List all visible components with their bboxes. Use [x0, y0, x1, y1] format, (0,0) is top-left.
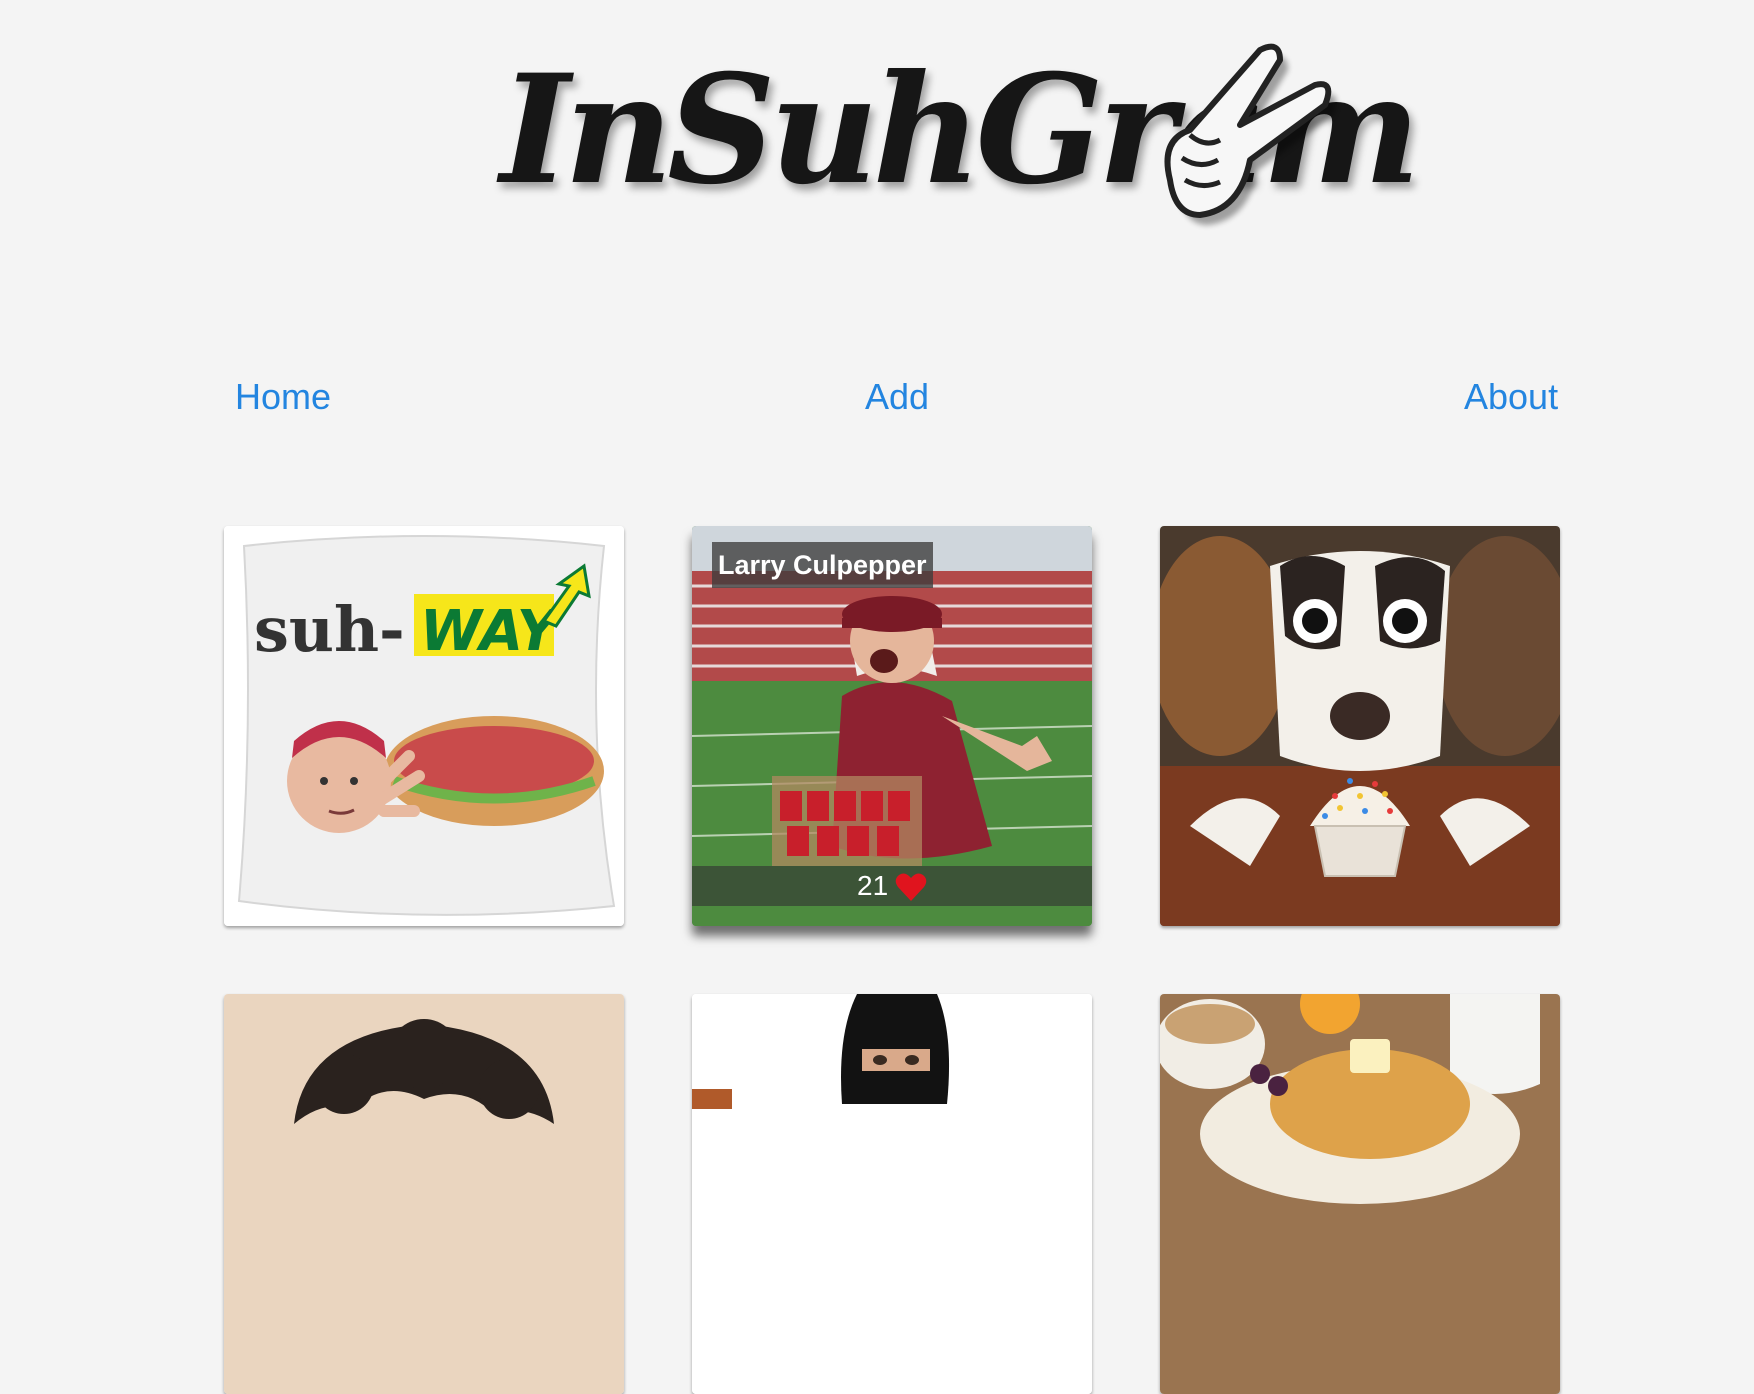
nav-add-link[interactable]: Add	[865, 372, 929, 422]
photo-card[interactable]: Larry Culpepper 21	[692, 526, 1092, 926]
peace-sign-hand-icon	[1164, 43, 1337, 226]
photo-card[interactable]	[692, 994, 1092, 1394]
photo-grid: suh- WAY Larry Culpepper 21	[224, 526, 1562, 1394]
like-count: 21	[857, 870, 889, 901]
pillow-text-way: WAY	[420, 599, 563, 664]
photo-card[interactable]	[1160, 526, 1560, 926]
pillow-text-suh: suh-	[254, 593, 405, 666]
photo-image	[692, 994, 1092, 1394]
photo-image	[224, 994, 624, 1394]
photo-image	[1160, 994, 1560, 1394]
photo-image	[1160, 526, 1560, 926]
site-logo: InSuhGram	[490, 30, 1421, 250]
photo-caption: Larry Culpepper	[712, 542, 933, 588]
photo-card[interactable]	[1160, 994, 1560, 1394]
photo-image: suh- WAY	[224, 526, 624, 926]
nav-about-link[interactable]: About	[1464, 372, 1558, 422]
photo-card[interactable]	[224, 994, 624, 1394]
photo-card[interactable]: suh- WAY	[224, 526, 624, 926]
like-bar: 21	[692, 866, 1092, 906]
nav-home-link[interactable]: Home	[235, 372, 331, 422]
heart-icon[interactable]	[895, 872, 927, 902]
